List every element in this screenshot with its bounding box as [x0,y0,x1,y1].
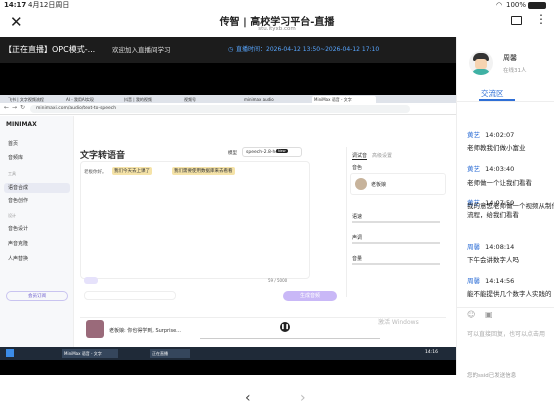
char-count: 59 / 5000 [268,278,288,283]
back-icon[interactable]: ← [4,104,9,111]
online-count: 在线31人 [503,68,527,74]
chat-message: 下午会讲数字人吗 [467,256,519,264]
windows-start-icon[interactable] [6,349,14,357]
voice-section-label: 音色 [352,165,363,171]
divider [457,101,554,102]
shared-screen: 飞书 | 文字视频流程 AI - 我用AI实现 抖音 | 我的视频 视频号 mi… [0,95,456,360]
host-name: 周馨 [503,54,517,62]
text-chip[interactable]: 我们需要使用数据库来去看看 [172,167,235,175]
subscribe-button[interactable]: 会员订阅 [6,291,68,301]
voice-select[interactable] [84,291,176,300]
chat-message: 老师做一个让我们看看 [467,179,532,187]
nav-item-home[interactable]: 首页 [8,140,18,147]
nav-item-tts[interactable]: 语音合成 [4,183,70,193]
progress-bar[interactable] [200,338,380,339]
nav-item-voice-create[interactable]: 音色创作 [8,197,28,204]
chat-panel: 周馨 在线31人 交流区 黄艺 14:02:07 老师教我们做小富业 黄艺 14… [456,37,554,379]
nav-item-library[interactable]: 音频库 [8,154,23,161]
forward-icon[interactable]: → [12,104,17,111]
battery-text: 100% [506,1,527,9]
window-icon[interactable] [511,16,522,25]
reload-icon[interactable]: ↻ [20,104,25,111]
voice-avatar [355,178,367,190]
app-sidebar [0,116,74,348]
taskbar-clock: 14:16 [425,350,438,355]
generate-button[interactable]: 生成音频 [283,291,337,301]
slider-label-speed: 语速 [352,214,363,220]
chat-message: 老师教我们做小富业 [467,144,526,152]
chat-notice: 您的ssid已发送信息 [467,373,517,379]
slider-label-pitch: 声调 [352,235,363,241]
track-title: 老板娘: 你也得学到, Surprise... [109,328,181,334]
live-header: 【正在直播】OPC模式-... 欢迎加入直播间学习 ◷ 直播时间：2026-04… [0,37,456,63]
tts-title: 文字转语音 [80,151,126,161]
browser-tab-active[interactable]: MiniMax 语音 - 文字 [312,96,376,103]
settings-tab-advanced[interactable]: 高级设置 [372,152,392,159]
forward-arrow-icon[interactable]: › [300,390,306,406]
taskbar-app[interactable]: MiniMax 语音 - 文字 [62,349,118,358]
page-url: stu.ityxb.com [258,26,296,32]
image-icon[interactable]: ▣ [485,310,493,319]
nav-group-label: 设计 [8,213,16,218]
browser-tab[interactable]: 抖音 | 我的视频 [124,96,176,103]
volume-slider[interactable] [352,263,440,265]
bottom-nav: ‹ › [0,385,554,416]
more-icon[interactable]: ⋮ [535,12,547,26]
wifi-icon: ◠ [496,1,503,9]
app-logo: MINIMAX [6,121,37,128]
status-date: 4月12日周日 [28,1,70,9]
status-bar: 14:17 4月12日周日 ◠ 100% [0,0,554,11]
text-chip[interactable]: 我们今天去上课了 [112,167,152,175]
browser-tab[interactable]: 飞书 | 文字视频流程 [8,96,60,103]
host-avatar [469,51,493,75]
chat-input[interactable]: 可以直接回复，也可以点击用 [467,329,554,338]
text-editor[interactable] [80,161,310,279]
taskbar-app[interactable]: 正在直播 [150,349,190,358]
nav-group-label: 工具 [8,171,16,176]
insert-pause-button[interactable] [84,277,98,284]
chat-message: 我的意思老师做一个视频从制作流程，给我们看看 [467,202,554,219]
new-badge: New [276,149,288,153]
chat-message: 能不能提供几个数字人实践的 [467,290,552,298]
editor-text: 老板你好。 [84,170,107,175]
address-bar[interactable]: minimaxi.com/audio/text-to-speech [30,105,410,113]
voice-name: 老板娘 [371,182,387,188]
browser-tab[interactable]: 视频号 [184,96,236,103]
live-time: 直播时间：2026-04-12 13:50~2026-04-12 17:10 [236,46,380,53]
live-title: 【正在直播】OPC模式-... [4,45,96,54]
back-arrow-icon[interactable]: ‹ [245,390,251,406]
windows-watermark: 激活 Windows [378,319,419,326]
status-time: 14:17 [4,1,27,9]
pitch-slider[interactable] [352,242,440,244]
nav-item-voice-design[interactable]: 音色设计 [8,225,28,232]
tab-chat[interactable]: 交流区 [481,88,504,99]
model-select[interactable]: speech-2.8-hd [242,147,302,157]
model-label: 模型 [228,151,237,156]
live-welcome: 欢迎加入直播间学习 [112,46,171,54]
divider [457,307,554,308]
slider-label-volume: 音量 [352,256,363,262]
battery-icon [528,2,546,9]
nav-item-clone[interactable]: 声音克隆 [8,240,28,247]
emoji-icon[interactable]: ☺ [467,310,475,319]
browser-tab[interactable]: AI - 我用AI实现 [66,96,118,103]
clock-icon: ◷ [228,46,234,53]
settings-tab-voice[interactable]: 调试音 [352,152,368,160]
speed-slider[interactable] [352,221,440,223]
browser-tab[interactable]: minimax audio [244,96,306,103]
track-cover [86,320,104,338]
title-bar: ✕ 传智 | 高校学习平台-直播 stu.ityxb.com ⋮ [0,11,554,37]
play-icon[interactable]: ❚❚ [280,322,290,332]
nav-item-replace[interactable]: 人声替换 [8,255,28,262]
